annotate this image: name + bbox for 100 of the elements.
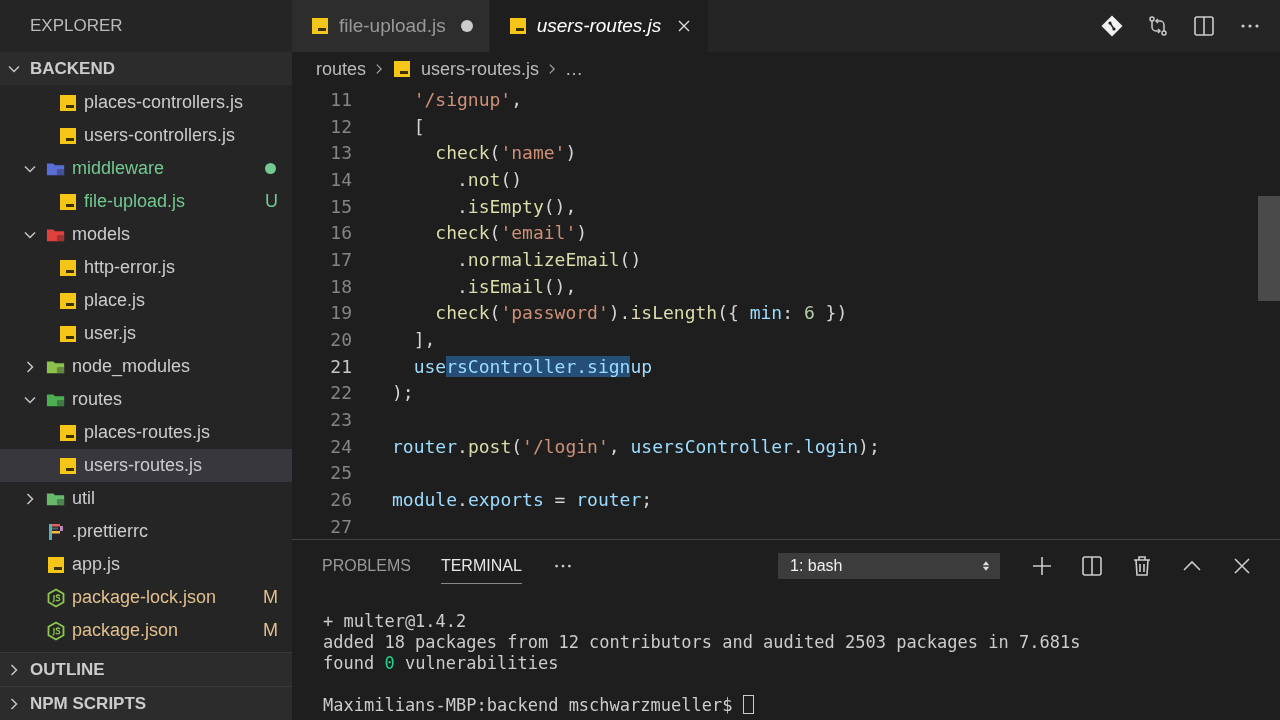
line-number: 14: [329, 168, 352, 190]
file-name: app.js: [72, 554, 122, 575]
folder-item[interactable]: middleware: [0, 152, 292, 185]
plus-icon[interactable]: [1030, 554, 1054, 578]
line-number: 24: [329, 435, 352, 457]
file-item[interactable]: http-error.js: [0, 251, 292, 284]
terminal-dropdown[interactable]: 1: bash: [778, 553, 1000, 579]
code-line: ],: [412, 329, 436, 351]
terminal-line: found 0 vulnerabilities: [323, 652, 559, 673]
file-name: users-controllers.js: [84, 125, 237, 146]
code-line: .normalizeEmail(): [456, 248, 642, 270]
file-item[interactable]: package-lock.json M: [0, 581, 292, 614]
file-item[interactable]: user.js: [0, 317, 292, 350]
breadcrumb-item[interactable]: users-routes.js: [392, 58, 540, 80]
code-line: .not(): [456, 168, 523, 190]
scrollbar-thumb[interactable]: [1258, 196, 1280, 301]
line-number: 22: [329, 382, 352, 404]
terminal-line: + multer@1.4.2: [323, 610, 467, 631]
file-item[interactable]: .prettierrc: [0, 515, 292, 548]
file-name: node_modules: [72, 356, 192, 377]
js-file-icon: [58, 191, 78, 212]
line-number: 26: [329, 489, 352, 511]
file-item[interactable]: file-upload.js U: [0, 185, 292, 218]
line-number: 23: [329, 409, 352, 431]
file-name: http-error.js: [84, 257, 177, 278]
git-status: M: [263, 587, 278, 608]
compare-changes-icon[interactable]: [1146, 14, 1170, 38]
terminal-line: added 18 packages from 12 contributors and audited 2503 packages in 7.681s: [323, 631, 1081, 652]
file-name: util: [72, 488, 96, 509]
js-file-icon: [58, 422, 78, 443]
line-number: 25: [329, 462, 352, 484]
split-terminal-icon[interactable]: [1080, 554, 1104, 578]
section-header[interactable]: OUTLINE: [0, 652, 292, 686]
split-editor-icon[interactable]: [1192, 14, 1216, 38]
prettier-file-icon: [46, 521, 66, 542]
js-file-icon: [58, 92, 78, 113]
file-item[interactable]: places-controllers.js: [0, 86, 292, 119]
line-number: 15: [329, 195, 352, 217]
section-header[interactable]: BACKEND: [0, 52, 292, 85]
code-line: check('password').isLength({ min: 6 }): [434, 302, 848, 324]
file-item[interactable]: package.json M: [0, 614, 292, 647]
folder-item[interactable]: node_modules: [0, 350, 292, 383]
folder-item[interactable]: util: [0, 482, 292, 515]
js-file-icon: [507, 16, 528, 36]
panel-tab[interactable]: PROBLEMS: [322, 548, 411, 584]
editor-tab[interactable]: users-routes.js: [489, 0, 710, 52]
line-number: 18: [329, 275, 352, 297]
breadcrumb-item[interactable]: …: [565, 58, 584, 80]
code-line: '/signup',: [412, 88, 523, 110]
git-diamond-icon[interactable]: [1100, 14, 1124, 38]
file-name: place.js: [84, 290, 147, 311]
js-file-icon: [58, 455, 78, 476]
file-name: package-lock.json: [72, 587, 218, 608]
git-status: U: [265, 191, 278, 212]
line-number: 12: [329, 115, 352, 137]
folder-item[interactable]: routes: [0, 383, 292, 416]
line-number: 20: [329, 329, 352, 351]
panel-tab[interactable]: TERMINAL: [440, 548, 522, 584]
line-number: 11: [329, 88, 352, 110]
code-line: router.post('/login', usersController.login);: [392, 435, 880, 457]
code-line: .isEmpty(),: [456, 195, 577, 217]
git-status: M: [263, 620, 278, 641]
json-file-icon: [46, 620, 66, 641]
code-line: check('name'): [434, 142, 577, 164]
line-number: 21: [329, 355, 352, 377]
file-item[interactable]: place.js: [0, 284, 292, 317]
code-line: .isEmail(),: [456, 275, 577, 297]
js-file-icon: [58, 323, 78, 344]
editor-tab[interactable]: file-upload.js: [292, 0, 490, 52]
git-status-dot: [265, 163, 276, 174]
file-item[interactable]: app.js: [0, 548, 292, 581]
js-file-icon: [392, 59, 413, 79]
file-item[interactable]: places-routes.js: [0, 416, 292, 449]
file-item[interactable]: users-controllers.js: [0, 119, 292, 152]
code-line: [: [412, 115, 425, 137]
file-name: user.js: [84, 323, 138, 344]
code-line: use rsController.signup: [412, 355, 653, 377]
breadcrumb-item[interactable]: routes: [316, 58, 367, 80]
updown-arrows-icon: [982, 559, 990, 573]
file-name: users-routes.js: [84, 455, 204, 476]
code-line: );: [392, 382, 414, 404]
js-file-icon: [58, 290, 78, 311]
file-item[interactable]: users-routes.js: [0, 449, 292, 482]
file-name: models: [72, 224, 132, 245]
code-line: check('email'): [434, 222, 588, 244]
file-name: routes: [72, 389, 124, 410]
line-number: 17: [329, 248, 352, 270]
line-number: 27: [329, 515, 352, 537]
section-header[interactable]: NPM SCRIPTS: [0, 686, 292, 720]
file-name: places-routes.js: [84, 422, 212, 443]
file-name: places-controllers.js: [84, 92, 245, 113]
line-number: 13: [329, 142, 352, 164]
file-name: package.json: [72, 620, 180, 641]
file-name: file-upload.js: [84, 191, 187, 212]
file-name: middleware: [72, 158, 166, 179]
js-file-icon: [310, 16, 330, 36]
line-number: 19: [329, 302, 352, 324]
folder-item[interactable]: models: [0, 218, 292, 251]
tab-label: file-upload.js: [339, 15, 446, 37]
js-file-icon: [58, 257, 78, 278]
